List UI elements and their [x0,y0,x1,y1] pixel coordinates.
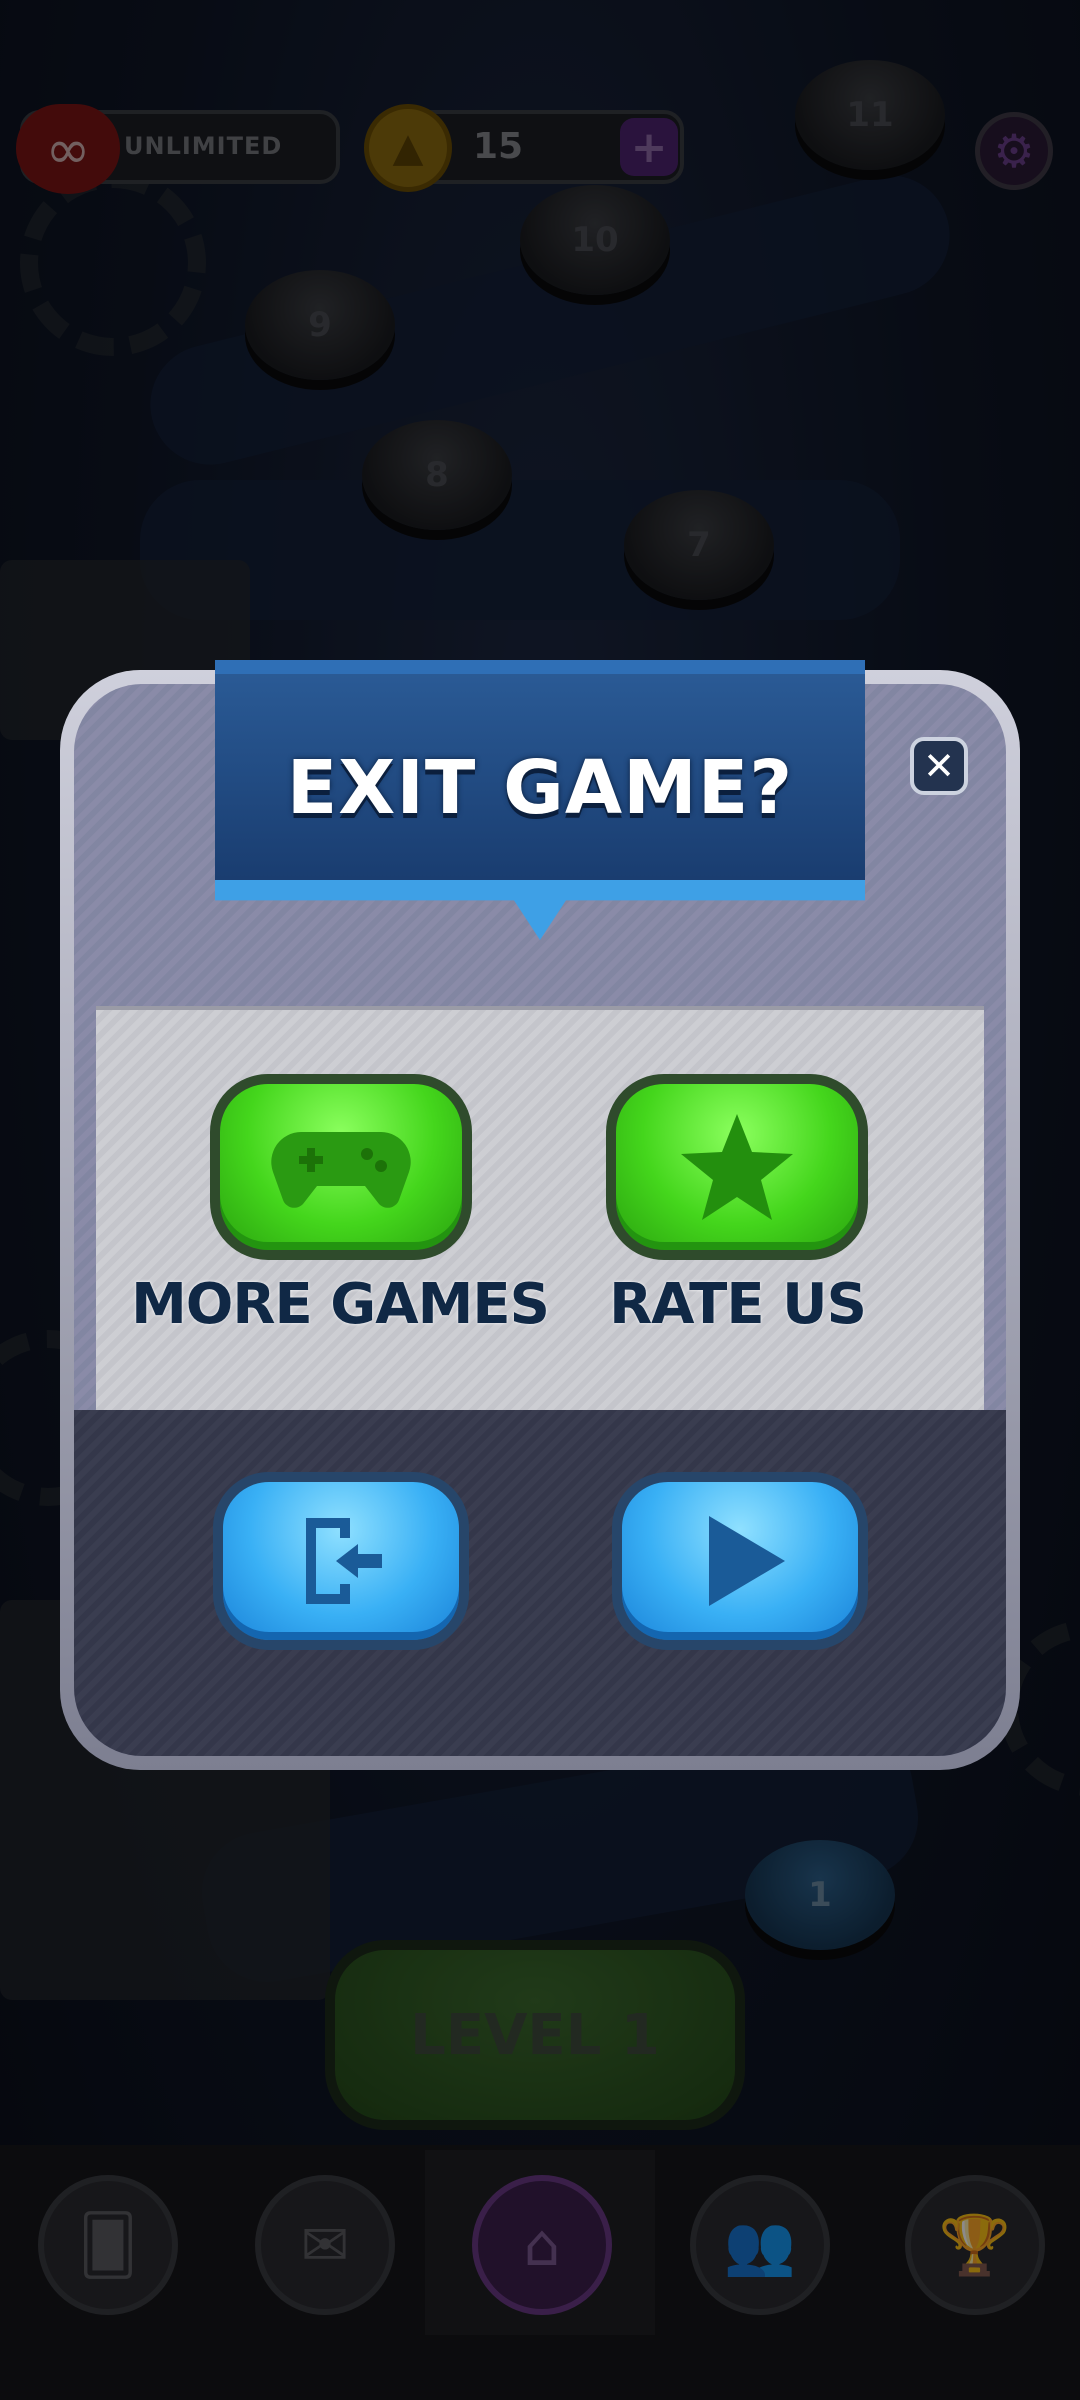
more-games-label: MORE GAMES [131,1272,550,1337]
play-icon [709,1516,785,1606]
dialog-title: EXIT GAME? [286,745,794,831]
close-icon[interactable]: ✕ [910,737,968,795]
rate-us-label: RATE US [609,1272,867,1337]
rate-us-button[interactable] [606,1074,868,1260]
more-games-button[interactable] [210,1074,472,1260]
star-icon [681,1113,793,1220]
exit-button[interactable] [213,1472,469,1650]
continue-button[interactable] [612,1472,868,1650]
gamepad-icon [271,1132,411,1208]
exit-door-icon [306,1518,382,1604]
